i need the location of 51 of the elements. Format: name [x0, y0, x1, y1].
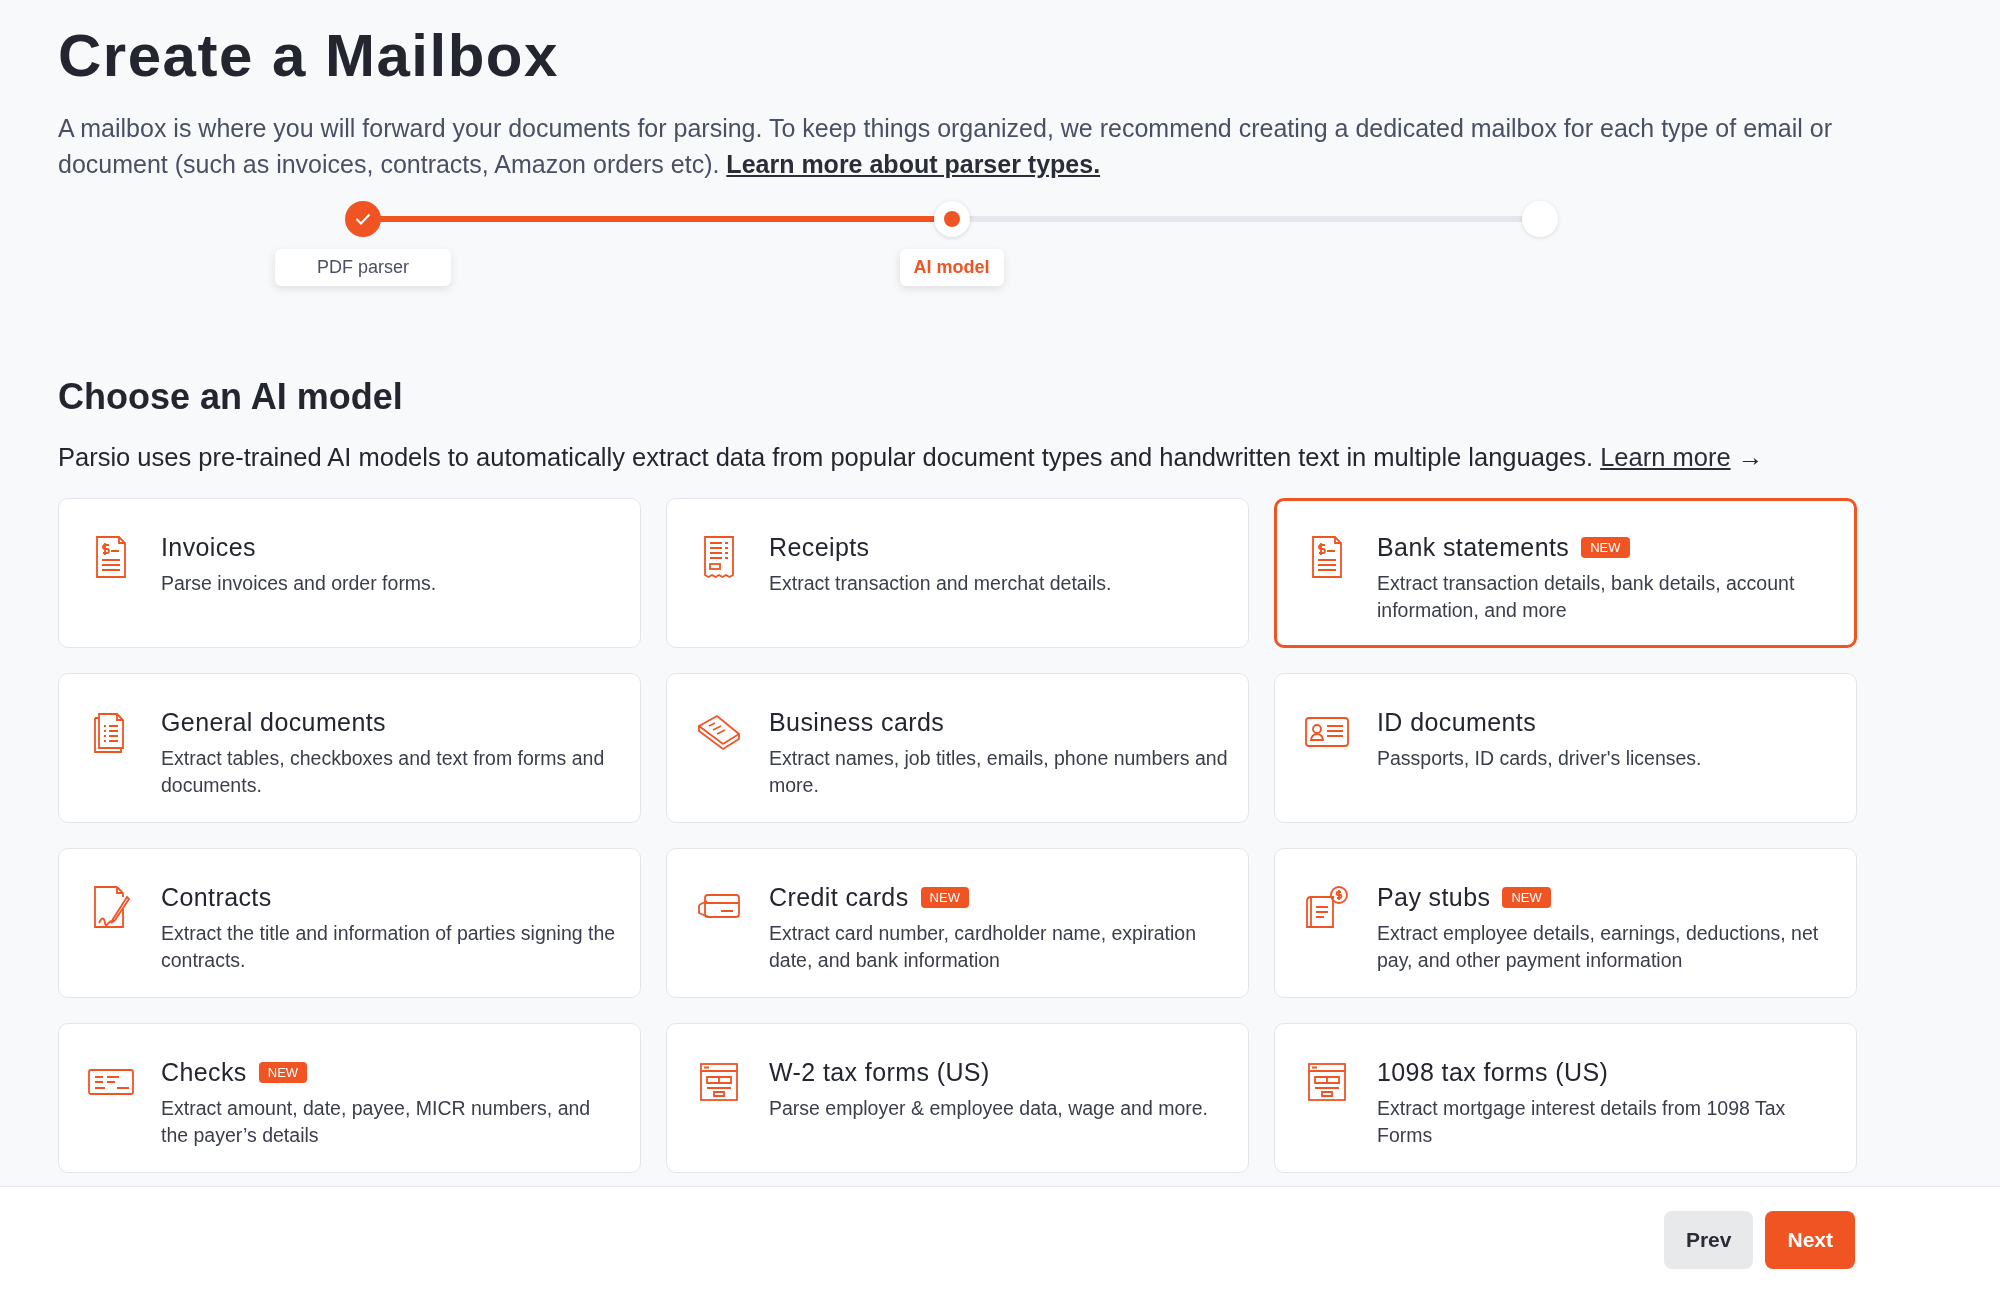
card-description: Extract mortgage interest details from 1098 Tax Forms: [1377, 1096, 1787, 1148]
model-card[interactable]: Pay stubs NEW Extract employee details, earnings, deductions, net pay, and other payment information: [1274, 848, 1857, 998]
card-description: Parse invoices and order forms.: [161, 571, 437, 596]
card-description: Parse employer & employee data, wage and more.: [769, 1096, 1208, 1121]
card-description: Extract transaction details, bank details, account information, and more: [1377, 571, 1796, 623]
card-description: Passports, ID cards, driver's licenses.: [1377, 746, 1702, 771]
section-description: Parsio uses pre-trained AI models to automatically extract data from popular document types and handwritten text in multiple languages. Learn more →: [58, 442, 1765, 473]
section-title: Choose an AI model: [58, 376, 404, 418]
card-title: Receipts: [769, 533, 870, 562]
card-description: Extract card number, cardholder name, expiration date, and bank information: [769, 921, 1198, 973]
card-title: Contracts: [161, 883, 272, 912]
step-label: PDF parser: [275, 249, 451, 286]
card-title: W-2 tax forms (US): [769, 1058, 990, 1087]
card-description: Extract transaction and merchat details.: [769, 571, 1112, 596]
learn-more-link[interactable]: Learn more: [1600, 443, 1731, 471]
model-card[interactable]: Bank statements NEW Extract transaction details, bank details, account information, and more: [1274, 498, 1857, 648]
card-title: 1098 tax forms (US): [1377, 1058, 1609, 1087]
card-title: Invoices: [161, 533, 256, 562]
intro-text: A mailbox is where you will forward your documents for parsing. To keep things organized, we recommend creating a dedicated mailbox for each type of email or document (such as invoices, contracts, Amazon orders etc). Learn more about parser types.: [58, 113, 1834, 180]
new-badge: NEW: [1502, 887, 1551, 908]
new-badge: NEW: [920, 887, 969, 908]
pay-stub-icon: [1303, 883, 1351, 931]
step-label: AI model: [899, 249, 1004, 286]
card-description: Extract names, job titles, emails, phone numbers and more.: [769, 746, 1228, 798]
model-card[interactable]: W-2 tax forms (US) Parse employer & employee data, wage and more.: [666, 1023, 1249, 1173]
model-card[interactable]: ID documents Passports, ID cards, driver's licenses.: [1274, 673, 1857, 823]
model-card[interactable]: Checks NEW Extract amount, date, payee, MICR numbers, and the payer’s details: [58, 1023, 641, 1173]
new-badge: NEW: [258, 1062, 308, 1083]
new-badge: NEW: [1581, 537, 1630, 558]
card-title: Bank statements: [1377, 533, 1570, 562]
card-title: Pay stubs: [1377, 883, 1491, 912]
model-card[interactable]: 1098 tax forms (US) Extract mortgage interest details from 1098 Tax Forms: [1274, 1023, 1857, 1173]
card-description: Extract the title and information of parties signing the contracts.: [161, 921, 617, 973]
card-description: Extract employee details, earnings, deductions, net pay, and other payment information: [1377, 921, 1820, 973]
model-card[interactable]: Receipts Extract transaction and merchat details.: [666, 498, 1249, 648]
model-card[interactable]: Credit cards NEW Extract card number, cardholder name, expiration date, and bank information: [666, 848, 1249, 998]
prev-button[interactable]: Prev: [1663, 1211, 1754, 1269]
card-title: ID documents: [1377, 708, 1537, 737]
model-card[interactable]: Business cards Extract names, job titles, emails, phone numbers and more.: [666, 673, 1249, 823]
card-title: Business cards: [769, 708, 945, 737]
card-title: Checks: [161, 1058, 247, 1087]
card-description: Extract amount, date, payee, MICR numbers, and the payer’s details: [161, 1096, 592, 1148]
model-card[interactable]: Contracts Extract the title and information of parties signing the contracts.: [58, 848, 641, 998]
card-description: Extract tables, checkboxes and text from forms and documents.: [161, 746, 606, 798]
model-card[interactable]: General documents Extract tables, checkboxes and text from forms and documents.: [58, 673, 641, 823]
parser-types-link[interactable]: Learn more about parser types.: [726, 150, 1101, 178]
model-card[interactable]: Invoices Parse invoices and order forms.: [58, 498, 641, 648]
next-button[interactable]: Next: [1765, 1211, 1855, 1269]
card-title: Credit cards: [769, 883, 909, 912]
card-title: General documents: [161, 708, 386, 737]
page-title: Create a Mailbox: [58, 21, 560, 91]
